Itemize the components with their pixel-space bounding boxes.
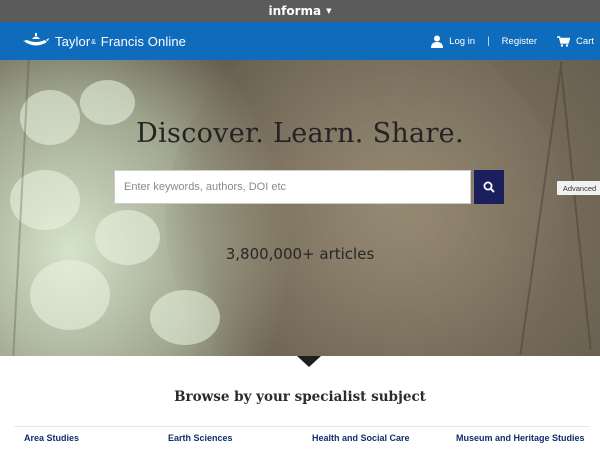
logo-text: Taylor& Francis Online	[55, 33, 186, 49]
search-bar	[114, 170, 504, 204]
register-link[interactable]: Register	[502, 36, 537, 47]
hero-leaf-blob	[30, 260, 110, 330]
hero-title: Discover. Learn. Share.	[136, 118, 464, 149]
search-input[interactable]	[114, 170, 471, 204]
article-count: 3,800,000+ articles	[225, 245, 375, 263]
hero-banner: Discover. Learn. Share. Advanced 3,800,0…	[0, 60, 600, 356]
subject-link[interactable]: Area Studies	[14, 427, 158, 450]
site-header: Taylor& Francis Online Log in | Register…	[0, 22, 600, 60]
informa-bar[interactable]: informa ▼	[0, 0, 600, 22]
hero-leaf-blob	[150, 290, 220, 345]
site-logo[interactable]: Taylor& Francis Online	[22, 32, 186, 50]
hero-vine	[560, 70, 592, 350]
user-icon	[431, 35, 444, 48]
informa-brand[interactable]: informa	[268, 4, 321, 18]
caret-down-icon[interactable]: ▼	[326, 7, 331, 15]
cart-link[interactable]: Cart	[557, 36, 594, 47]
header-nav: Log in | Register Cart	[431, 35, 600, 48]
search-icon	[483, 181, 495, 193]
search-button[interactable]	[474, 170, 504, 204]
cart-label[interactable]: Cart	[576, 36, 594, 47]
lamp-icon	[23, 33, 49, 46]
login-link[interactable]: Log in	[431, 35, 475, 48]
subject-list: Area Studies Earth Sciences Health and S…	[14, 426, 590, 450]
subject-link[interactable]: Earth Sciences	[158, 427, 302, 450]
subject-link[interactable]: Museum and Heritage Studies	[446, 427, 590, 450]
cart-icon	[557, 35, 571, 47]
nav-divider: |	[487, 35, 490, 47]
section-notch	[297, 356, 321, 367]
subject-link[interactable]: Health and Social Care	[302, 427, 446, 450]
browse-title: Browse by your specialist subject	[174, 389, 426, 405]
hero-background-trunk	[165, 60, 565, 356]
advanced-search-link[interactable]: Advanced	[557, 181, 600, 195]
login-label[interactable]: Log in	[449, 36, 475, 47]
